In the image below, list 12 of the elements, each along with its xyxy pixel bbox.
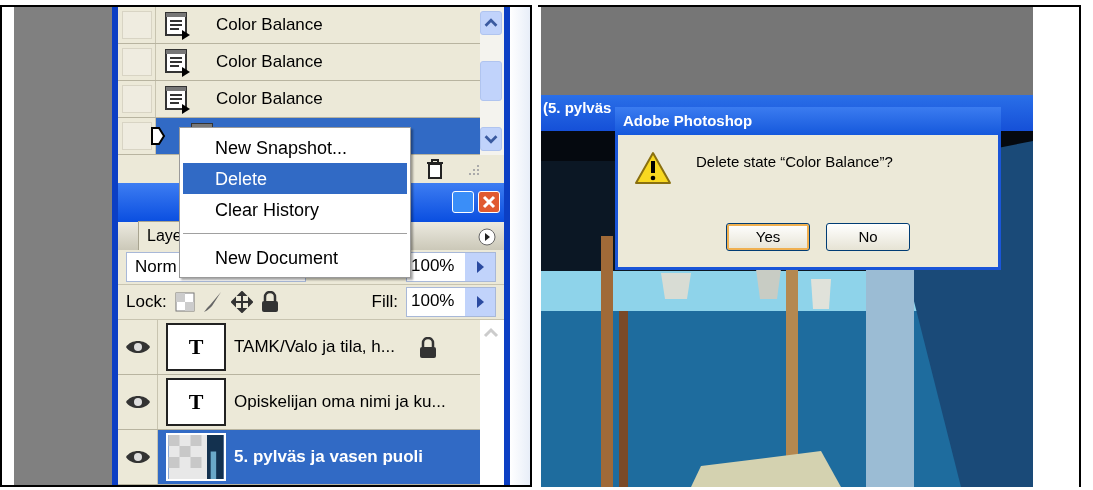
layer-name: TAMK/Valo ja tila, h... — [234, 336, 395, 359]
dialog-message: Delete state “Color Balance”? — [696, 152, 893, 172]
lock-label: Lock: — [126, 291, 167, 314]
history-state-label: Color Balance — [216, 14, 323, 37]
text-layer-thumbnail: T — [166, 378, 226, 426]
layer-name: Opiskelijan oma nimi ja ku... — [234, 391, 446, 414]
history-state-label: Color Balance — [216, 88, 323, 111]
text-layer-thumbnail: T — [166, 323, 226, 371]
layer-name: 5. pylväs ja vasen puoli — [234, 446, 423, 469]
dialog-title: Adobe Photoshop — [615, 107, 1001, 135]
fill-label: Fill: — [371, 291, 398, 314]
history-state-label: Color Balance — [216, 51, 323, 74]
